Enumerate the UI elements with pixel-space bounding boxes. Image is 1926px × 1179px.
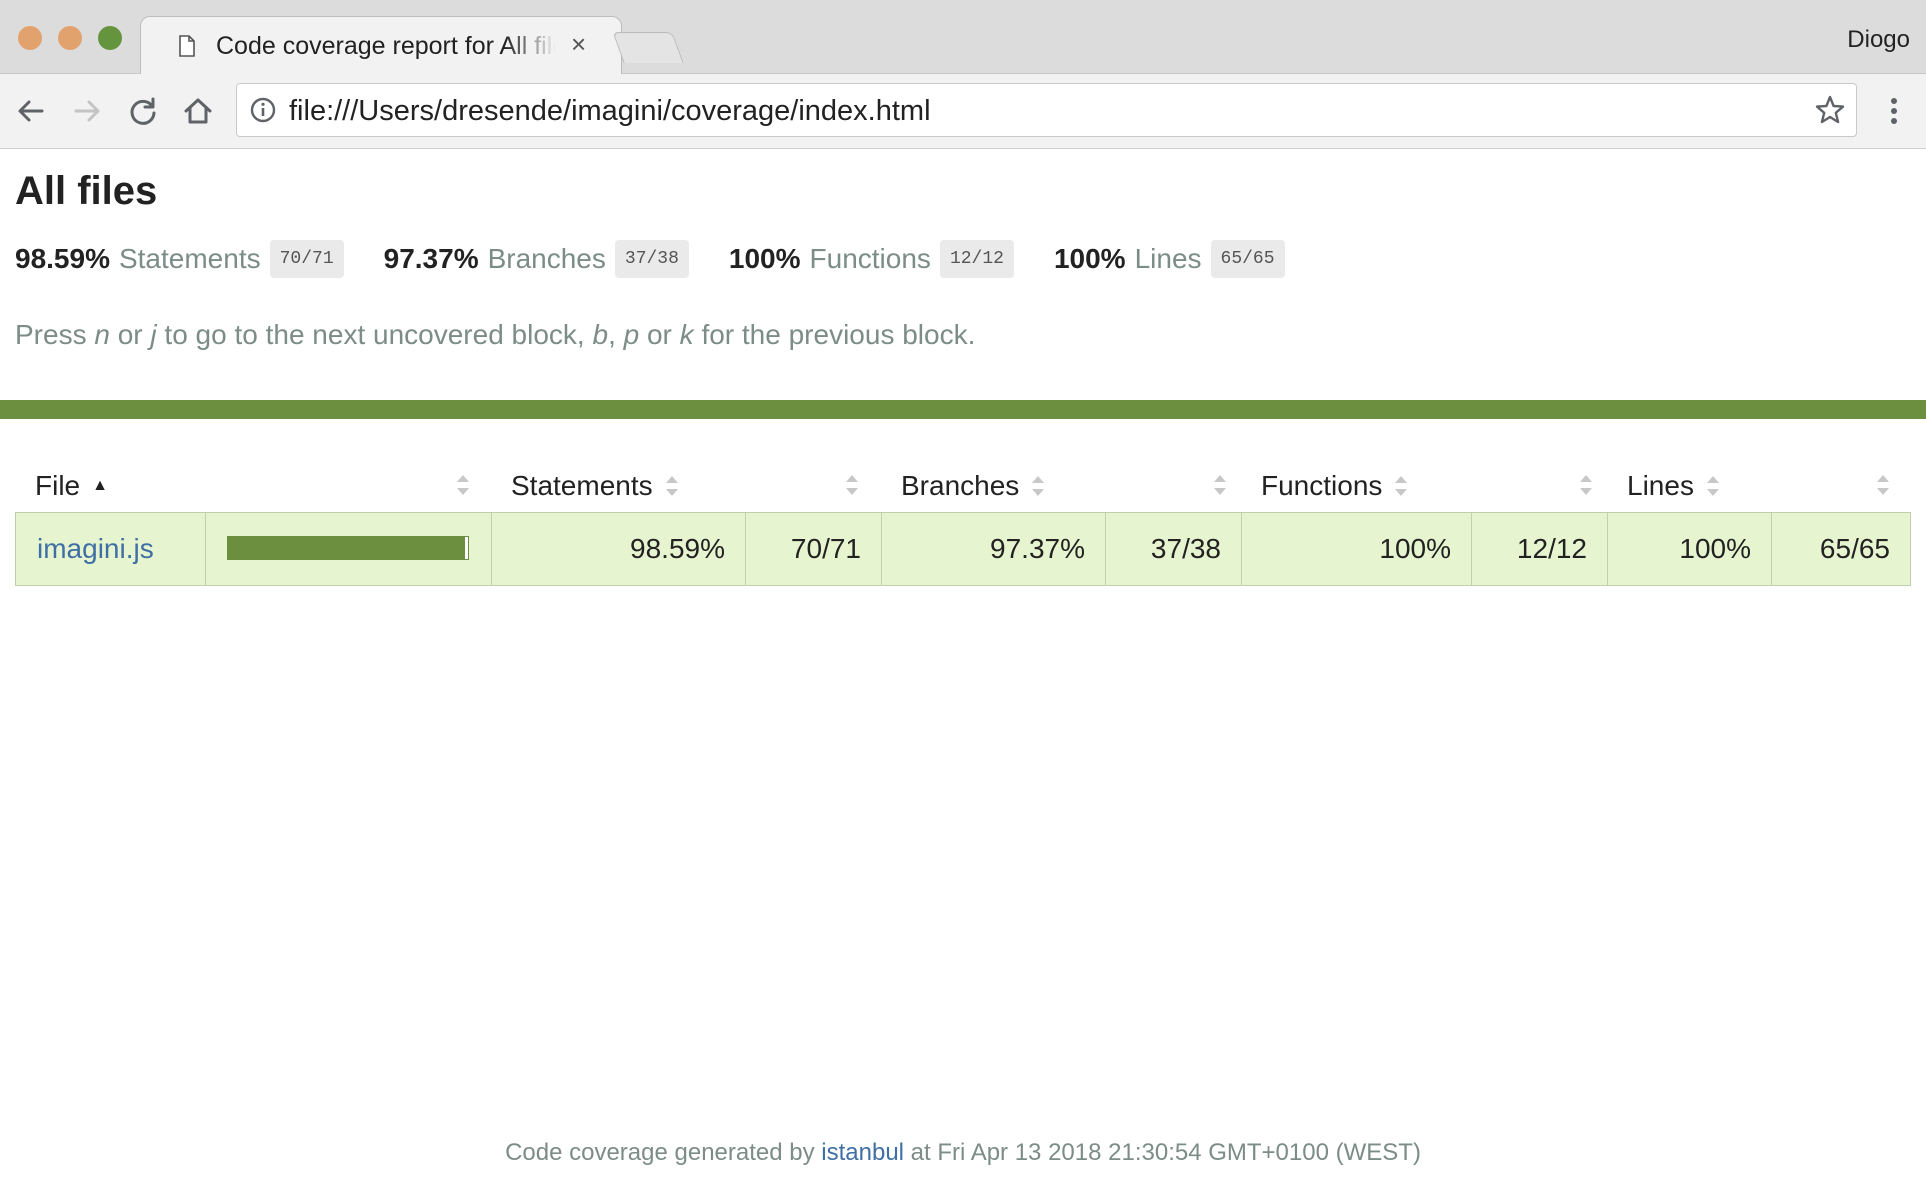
coverage-summary: 98.59% Statements 70/71 97.37% Branches … (15, 239, 1325, 279)
cell-lines-fraction: 65/65 (1819, 533, 1890, 564)
reload-icon (130, 97, 156, 125)
tab-close-icon[interactable]: × (571, 29, 586, 60)
summary-branches: 97.37% Branches 37/38 (384, 240, 689, 278)
statements-fraction: 70/71 (269, 240, 344, 278)
minimize-window-button[interactable] (58, 26, 82, 50)
browser-toolbar: file:///Users/dresende/imagini/coverage/… (0, 74, 1926, 149)
functions-fraction: 12/12 (939, 240, 1014, 278)
forward-button[interactable] (70, 94, 104, 128)
lines-pct: 100% (1053, 243, 1126, 274)
page-title: All files (15, 169, 158, 213)
statements-label: Statements (118, 243, 261, 274)
header-file-label: File (35, 470, 81, 501)
cell-file: imagini.js (16, 513, 206, 585)
keyboard-hint: Press n or j to go to the next uncovered… (15, 319, 975, 351)
page-content: All files 98.59% Statements 70/71 97.37%… (0, 149, 1926, 1179)
sort-arrows-icon[interactable] (1876, 471, 1890, 499)
lines-fraction: 65/65 (1210, 240, 1285, 278)
cell-statements-fraction: 70/71 (746, 513, 882, 585)
branches-fraction: 37/38 (614, 240, 689, 278)
hint-text: , (608, 319, 624, 350)
statements-pct: 98.59% (15, 243, 110, 274)
reload-button[interactable] (126, 94, 160, 128)
cell-lines-pct: 100% (1608, 513, 1772, 585)
sort-arrows-icon (1395, 476, 1408, 496)
hint-key: k (679, 319, 694, 350)
summary-statements: 98.59% Statements 70/71 (15, 240, 344, 278)
new-tab-button[interactable] (612, 32, 684, 63)
summary-functions: 100% Functions 12/12 (729, 240, 1014, 278)
sort-arrows-icon (1706, 476, 1719, 496)
sort-arrows-icon[interactable] (845, 471, 859, 499)
hint-text: for the previous block. (693, 319, 976, 350)
home-button[interactable] (181, 94, 215, 128)
document-icon (179, 35, 195, 57)
sort-arrows-icon[interactable] (1213, 471, 1227, 499)
cell-branches-pct: 97.37% (882, 513, 1106, 585)
hint-text: to go to the next uncovered block, (156, 319, 593, 350)
info-icon[interactable] (250, 97, 276, 123)
tab-active[interactable]: Code coverage report for All files × (140, 16, 622, 75)
maximize-window-button[interactable] (98, 26, 122, 50)
close-window-button[interactable] (18, 26, 42, 50)
sort-arrows-icon (1032, 476, 1045, 496)
functions-pct: 100% (728, 243, 801, 274)
url-text[interactable]: file:///Users/dresende/imagini/coverage/… (289, 95, 931, 128)
star-icon[interactable] (1814, 94, 1846, 126)
hint-key: b (592, 319, 609, 350)
address-bar[interactable]: file:///Users/dresende/imagini/coverage/… (236, 83, 1857, 137)
cell-functions-pct: 100% (1242, 513, 1472, 585)
istanbul-link[interactable]: istanbul (821, 1139, 904, 1166)
cell-functions-fraction: 12/12 (1472, 513, 1608, 585)
back-arrow-icon (18, 100, 44, 122)
cell-branches-fraction: 37/38 (1106, 513, 1242, 585)
forward-arrow-icon (74, 100, 100, 122)
coverage-bar-fill (228, 537, 465, 559)
hint-key: p (623, 319, 640, 350)
sort-ascending-icon: ▲ (92, 477, 108, 494)
cell-coverage-bar (206, 513, 492, 585)
tab-strip: Code coverage report for All files × Dio… (0, 0, 1926, 75)
hint-text: or (109, 319, 151, 350)
tab-title: Code coverage report for All files (216, 32, 556, 60)
summary-lines: 100% Lines 65/65 (1054, 240, 1285, 278)
sort-arrows-icon[interactable] (1579, 471, 1593, 499)
coverage-status-line (0, 400, 1926, 419)
hint-key: n (94, 319, 110, 350)
header-statements-label: Statements (511, 470, 653, 501)
back-button[interactable] (14, 94, 48, 128)
hint-text: Press (15, 319, 95, 350)
cell-statements-pct: 98.59% (492, 513, 746, 585)
browser-window: Code coverage report for All files × Dio… (0, 0, 1926, 1179)
hint-text: or (639, 319, 680, 350)
branches-pct: 97.37% (383, 243, 479, 274)
footer-suffix: at Fri Apr 13 2018 21:30:54 GMT+0100 (WE… (904, 1139, 1421, 1166)
footer-prefix: Code coverage generated by (505, 1139, 822, 1166)
header-functions-label: Functions (1261, 470, 1383, 501)
table-row: imagini.js 98.59% 70/71 97.37% 37/38 100… (15, 512, 1911, 586)
branches-label: Branches (487, 243, 606, 274)
profile-name[interactable]: Diogo (1847, 26, 1910, 54)
sort-arrows-icon[interactable] (456, 471, 470, 499)
coverage-bar (227, 536, 469, 560)
header-branches-label: Branches (901, 470, 1020, 501)
sort-arrows-icon (665, 476, 678, 496)
functions-label: Functions (809, 243, 931, 274)
file-link[interactable]: imagini.js (16, 533, 154, 565)
footer: Code coverage generated by istanbul at F… (0, 1139, 1926, 1167)
menu-dots-icon[interactable] (1880, 94, 1908, 128)
home-icon (184, 98, 212, 124)
header-lines-label: Lines (1627, 470, 1694, 501)
lines-label: Lines (1134, 243, 1202, 274)
